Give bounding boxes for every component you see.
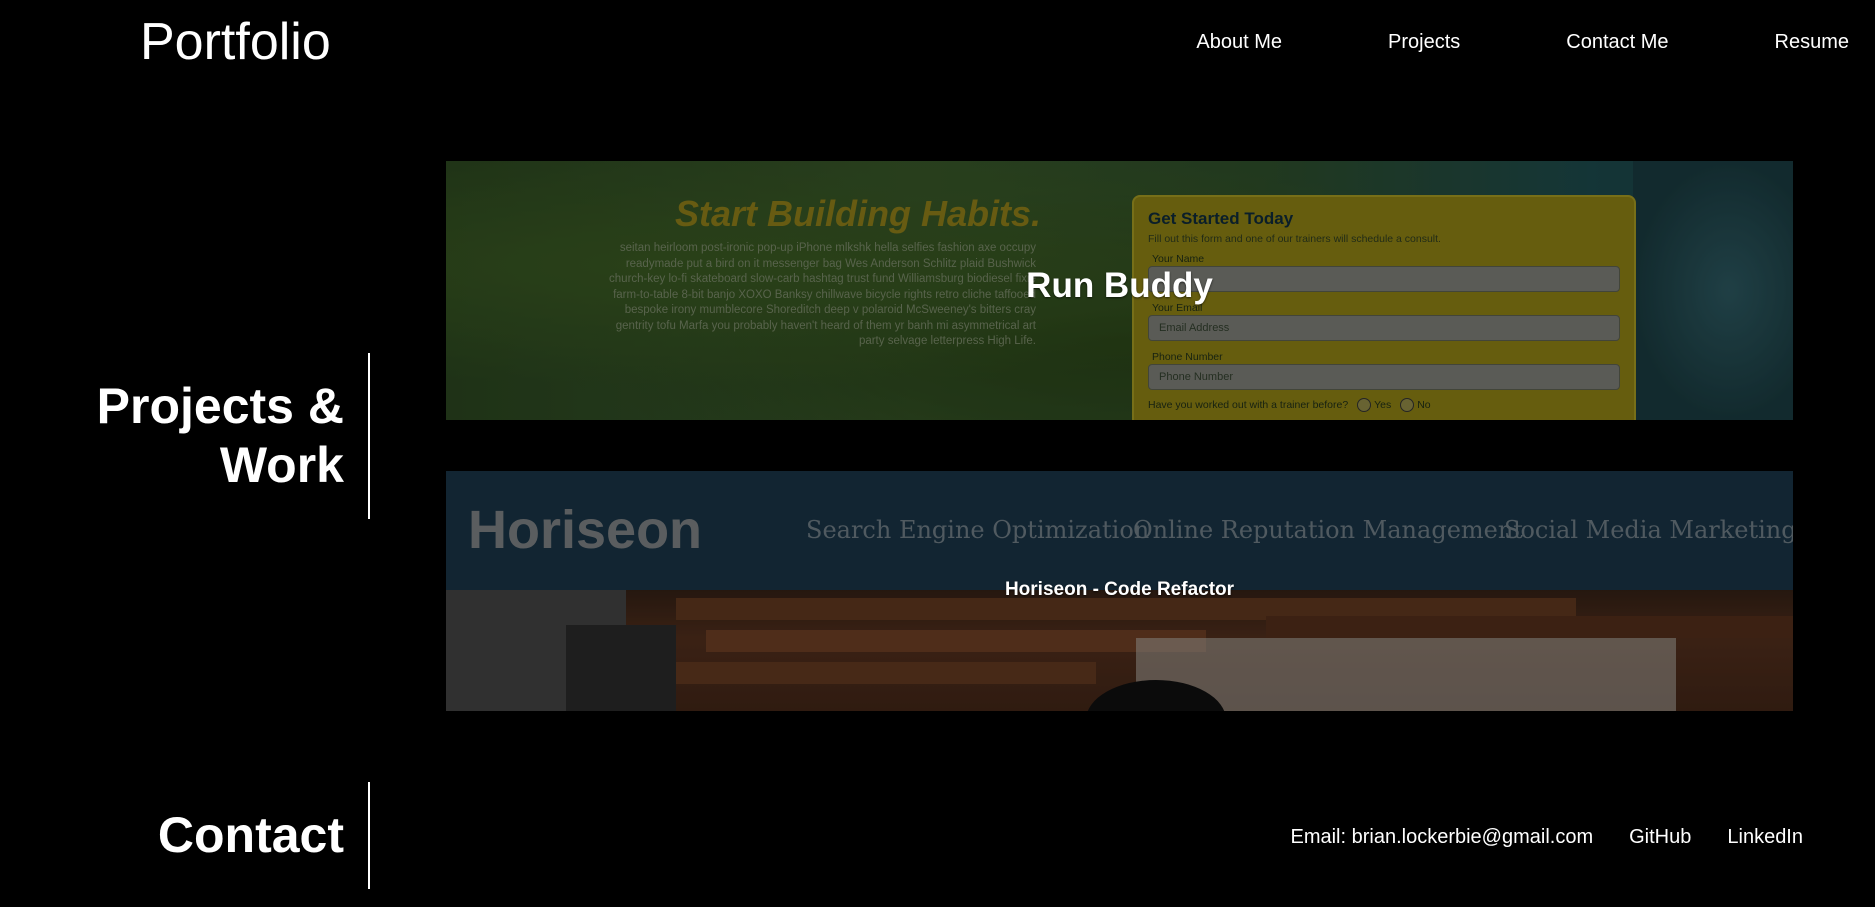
linkedin-link[interactable]: LinkedIn — [1727, 825, 1803, 849]
projects-heading: Projects & Work — [97, 377, 344, 495]
project-title[interactable]: Horiseon - Code Refactor — [446, 579, 1793, 601]
main-nav: About Me Projects Contact Me Resume — [1196, 30, 1849, 54]
project-title[interactable]: Run Buddy — [446, 266, 1793, 306]
nav-contact-me[interactable]: Contact Me — [1566, 30, 1668, 54]
projects-heading-line2: Work — [219, 437, 344, 493]
project-card-horiseon[interactable]: Horiseon Search Engine Optimization Onli… — [446, 471, 1793, 711]
project-card-run-buddy[interactable]: Start Building Habits. seitan heirloom p… — [446, 161, 1793, 420]
email-link[interactable]: Email: brian.lockerbie@gmail.com — [1290, 825, 1593, 849]
contact-links: Email: brian.lockerbie@gmail.com GitHub … — [1290, 825, 1803, 849]
contact-heading: Contact — [157, 807, 344, 863]
site-title: Portfolio — [140, 13, 331, 71]
projects-divider — [368, 353, 370, 519]
contact-divider — [368, 782, 370, 889]
nav-resume[interactable]: Resume — [1775, 30, 1849, 54]
github-link[interactable]: GitHub — [1629, 825, 1691, 849]
nav-projects[interactable]: Projects — [1388, 30, 1460, 54]
projects-heading-line1: Projects & — [96, 378, 344, 434]
nav-about-me[interactable]: About Me — [1196, 30, 1282, 54]
